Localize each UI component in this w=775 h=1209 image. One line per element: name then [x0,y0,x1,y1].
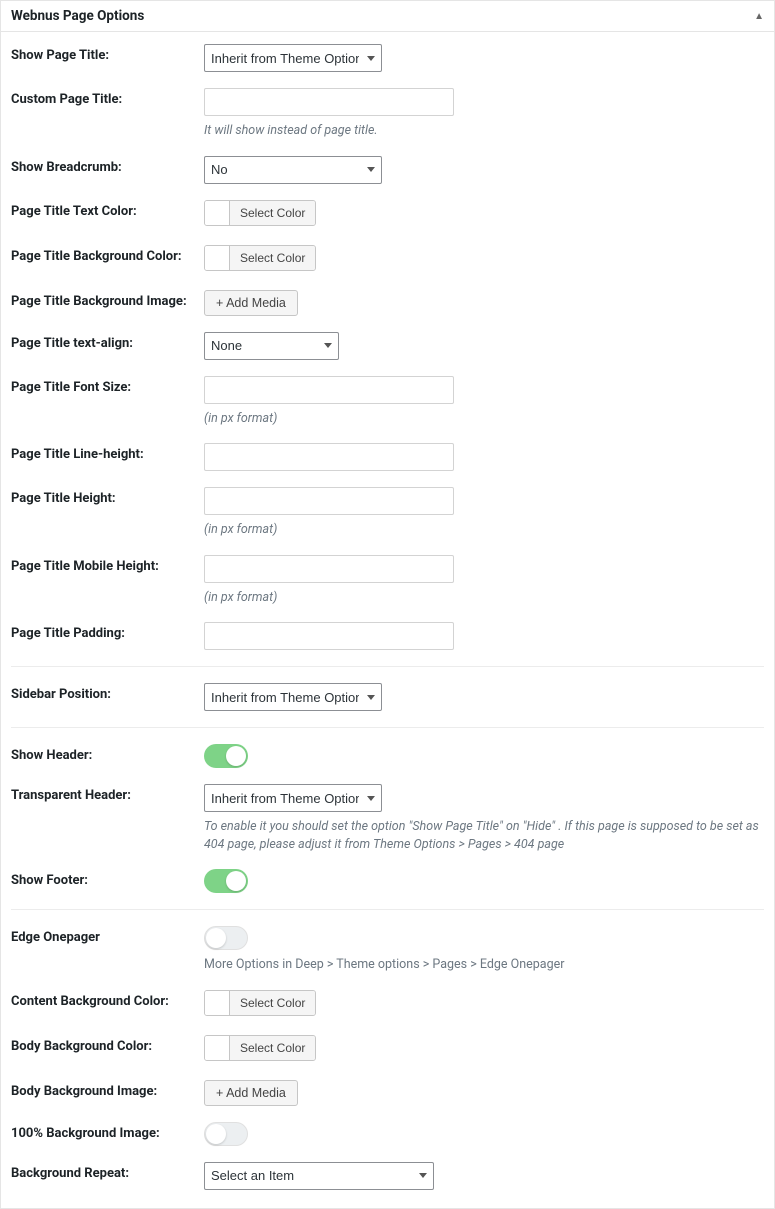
select-color-button[interactable]: Select Color [230,1036,315,1060]
panel-title: Webnus Page Options [11,8,144,24]
label-title-font-size: Page Title Font Size: [11,376,204,395]
label-title-bg-image: Page Title Background Image: [11,290,204,309]
row-title-bg-color: Page Title Background Color: Select Colo… [11,237,764,282]
input-title-font-size[interactable] [204,376,454,404]
hint-px-format: (in px format) [204,410,764,428]
row-body-bg-image: Body Background Image: + Add Media [11,1072,764,1114]
panel-header: Webnus Page Options ▲ [1,1,774,32]
colorpicker-title-text-color[interactable]: Select Color [204,200,316,226]
row-show-header: Show Header: [11,736,764,776]
label-title-mobile-height: Page Title Mobile Height: [11,555,204,574]
row-show-breadcrumb: Show Breadcrumb: No [11,148,764,192]
toggle-knob [206,928,226,948]
hint-transparent-header: To enable it you should set the option "… [204,818,764,853]
colorpicker-body-bg-color[interactable]: Select Color [204,1035,316,1061]
input-title-line-height[interactable] [204,443,454,471]
select-color-button[interactable]: Select Color [230,246,315,270]
label-show-page-title: Show Page Title: [11,44,204,63]
row-title-font-size: Page Title Font Size: (in px format) [11,368,764,436]
label-title-bg-color: Page Title Background Color: [11,245,204,264]
label-body-bg-color: Body Background Color: [11,1035,204,1054]
input-custom-page-title[interactable] [204,88,454,116]
label-title-height: Page Title Height: [11,487,204,506]
row-body-bg-color: Body Background Color: Select Color [11,1027,764,1072]
label-show-footer: Show Footer: [11,869,204,888]
webnus-page-options-panel: Webnus Page Options ▲ Show Page Title: I… [0,0,775,1209]
row-bg-repeat: Background Repeat: Select an Item [11,1154,764,1198]
row-title-padding: Page Title Padding: [11,614,764,658]
label-show-breadcrumb: Show Breadcrumb: [11,156,204,175]
label-show-header: Show Header: [11,744,204,763]
color-swatch [205,991,230,1015]
add-media-button[interactable]: + Add Media [204,1080,298,1106]
select-sidebar-position[interactable]: Inherit from Theme Options [204,683,382,711]
panel-body: Show Page Title: Inherit from Theme Opti… [1,32,774,1208]
row-custom-page-title: Custom Page Title: It will show instead … [11,80,764,148]
row-transparent-header: Transparent Header: Inherit from Theme O… [11,776,764,861]
toggle-knob [226,871,246,891]
add-media-button[interactable]: + Add Media [204,290,298,316]
row-title-bg-image: Page Title Background Image: + Add Media [11,282,764,324]
label-content-bg-color: Content Background Color: [11,990,204,1009]
label-title-text-align: Page Title text-align: [11,332,204,351]
toggle-show-footer[interactable] [204,869,248,893]
select-title-text-align[interactable]: None [204,332,339,360]
hint-edge-onepager: More Options in Deep > Theme options > P… [204,956,764,974]
label-body-bg-image: Body Background Image: [11,1080,204,1099]
section-divider [11,666,764,667]
row-sidebar-position: Sidebar Position: Inherit from Theme Opt… [11,675,764,719]
select-bg-repeat[interactable]: Select an Item [204,1162,434,1190]
input-title-height[interactable] [204,487,454,515]
row-title-mobile-height: Page Title Mobile Height: (in px format) [11,547,764,615]
label-title-padding: Page Title Padding: [11,622,204,641]
toggle-edge-onepager[interactable] [204,926,248,950]
label-bg-100: 100% Background Image: [11,1122,204,1141]
label-sidebar-position: Sidebar Position: [11,683,204,702]
color-swatch [205,1036,230,1060]
row-title-line-height: Page Title Line-height: [11,435,764,479]
row-show-page-title: Show Page Title: Inherit from Theme Opti… [11,36,764,80]
select-color-button[interactable]: Select Color [230,991,315,1015]
row-title-height: Page Title Height: (in px format) [11,479,764,547]
section-divider [11,909,764,910]
colorpicker-title-bg-color[interactable]: Select Color [204,245,316,271]
label-title-text-color: Page Title Text Color: [11,200,204,219]
select-show-breadcrumb[interactable]: No [204,156,382,184]
collapse-toggle-icon[interactable]: ▲ [754,11,764,22]
row-content-bg-color: Content Background Color: Select Color [11,982,764,1027]
label-bg-repeat: Background Repeat: [11,1162,204,1181]
color-swatch [205,201,230,225]
hint-custom-page-title: It will show instead of page title. [204,122,764,140]
row-title-text-align: Page Title text-align: None [11,324,764,368]
row-bg-100: 100% Background Image: [11,1114,764,1154]
hint-px-format: (in px format) [204,521,764,539]
label-custom-page-title: Custom Page Title: [11,88,204,107]
toggle-show-header[interactable] [204,744,248,768]
input-title-mobile-height[interactable] [204,555,454,583]
label-title-line-height: Page Title Line-height: [11,443,204,462]
select-color-button[interactable]: Select Color [230,201,315,225]
input-title-padding[interactable] [204,622,454,650]
label-edge-onepager: Edge Onepager [11,926,204,945]
row-edge-onepager: Edge Onepager More Options in Deep > The… [11,918,764,982]
colorpicker-content-bg-color[interactable]: Select Color [204,990,316,1016]
select-transparent-header[interactable]: Inherit from Theme Options [204,784,382,812]
color-swatch [205,246,230,270]
row-title-text-color: Page Title Text Color: Select Color [11,192,764,237]
hint-px-format: (in px format) [204,589,764,607]
row-show-footer: Show Footer: [11,861,764,901]
toggle-knob [206,1124,226,1144]
toggle-knob [226,746,246,766]
label-transparent-header: Transparent Header: [11,784,204,803]
select-show-page-title[interactable]: Inherit from Theme Options [204,44,382,72]
section-divider [11,727,764,728]
toggle-bg-100[interactable] [204,1122,248,1146]
